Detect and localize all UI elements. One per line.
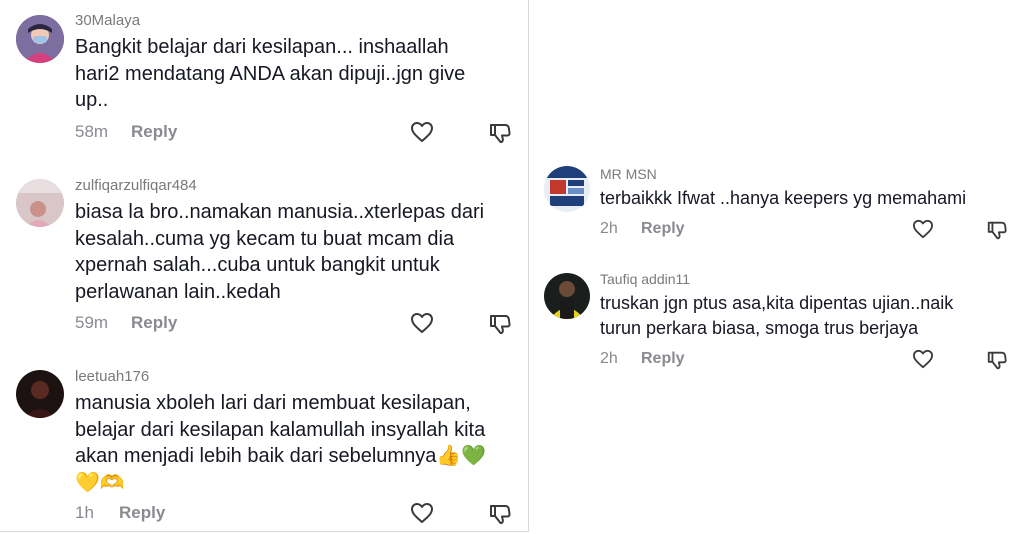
comment-meta: 59m Reply (75, 313, 515, 335)
comment-text: terbaikkk Ifwat ..hanya keepers yg memah… (600, 188, 967, 208)
avatar-image (16, 15, 64, 63)
comment-meta: 2h Reply (600, 350, 1015, 372)
comment-meta: 58m Reply (75, 122, 515, 144)
heart-outline-icon[interactable] (410, 121, 434, 143)
avatar-image (544, 273, 590, 319)
comment-username[interactable]: MR MSN (600, 166, 657, 182)
comment-text: biasa la bro..namakan manusia..xterlepas… (75, 201, 485, 303)
reply-button[interactable]: Reply (131, 122, 177, 142)
comment-timestamp: 2h (600, 220, 618, 237)
comment-meta: 1h Reply (75, 503, 515, 525)
comment-timestamp: 59m (75, 313, 109, 332)
reply-button[interactable]: Reply (119, 503, 165, 523)
comment-timestamp: 58m (75, 122, 109, 141)
comments-panel-left: 30Malaya Bangkit belajar dari kesilapan.… (0, 0, 529, 532)
comment-meta: 2h Reply (600, 220, 1015, 242)
comment-username[interactable]: zulfiqarzulfiqar484 (75, 177, 197, 194)
comments-panel-right: MR MSN terbaikkk Ifwat ..hanya keepers y… (529, 0, 1024, 534)
comment-text: manusia xboleh lari dari membuat kesilap… (75, 392, 487, 494)
thumbs-down-outline-icon[interactable] (488, 502, 512, 526)
avatar[interactable] (544, 166, 590, 212)
comment-timestamp: 1h (75, 503, 94, 522)
heart-outline-icon[interactable] (410, 502, 434, 524)
reply-button[interactable]: Reply (641, 350, 685, 368)
comment-username[interactable]: leetuah176 (75, 368, 149, 385)
heart-outline-icon[interactable] (912, 349, 934, 369)
heart-outline-icon[interactable] (410, 312, 434, 334)
avatar-image (544, 166, 590, 212)
thumbs-down-outline-icon[interactable] (488, 312, 512, 336)
comment-timestamp: 2h (600, 350, 618, 367)
comment-text: truskan jgn ptus asa,kita dipentas ujian… (600, 293, 954, 338)
comment-username[interactable]: Taufiq addin11 (600, 271, 690, 287)
thumbs-down-outline-icon[interactable] (986, 219, 1008, 241)
thumbs-down-outline-icon[interactable] (488, 121, 512, 145)
avatar-image (16, 179, 64, 227)
heart-outline-icon[interactable] (912, 219, 934, 239)
avatar[interactable] (16, 370, 64, 418)
reply-button[interactable]: Reply (131, 313, 177, 333)
avatar[interactable] (544, 273, 590, 319)
thumbs-down-outline-icon[interactable] (986, 349, 1008, 371)
avatar-image (16, 370, 64, 418)
avatar[interactable] (16, 15, 64, 63)
avatar[interactable] (16, 179, 64, 227)
comment-username[interactable]: 30Malaya (75, 12, 140, 29)
comment-text: Bangkit belajar dari kesilapan... inshaa… (75, 36, 466, 111)
reply-button[interactable]: Reply (641, 220, 685, 238)
